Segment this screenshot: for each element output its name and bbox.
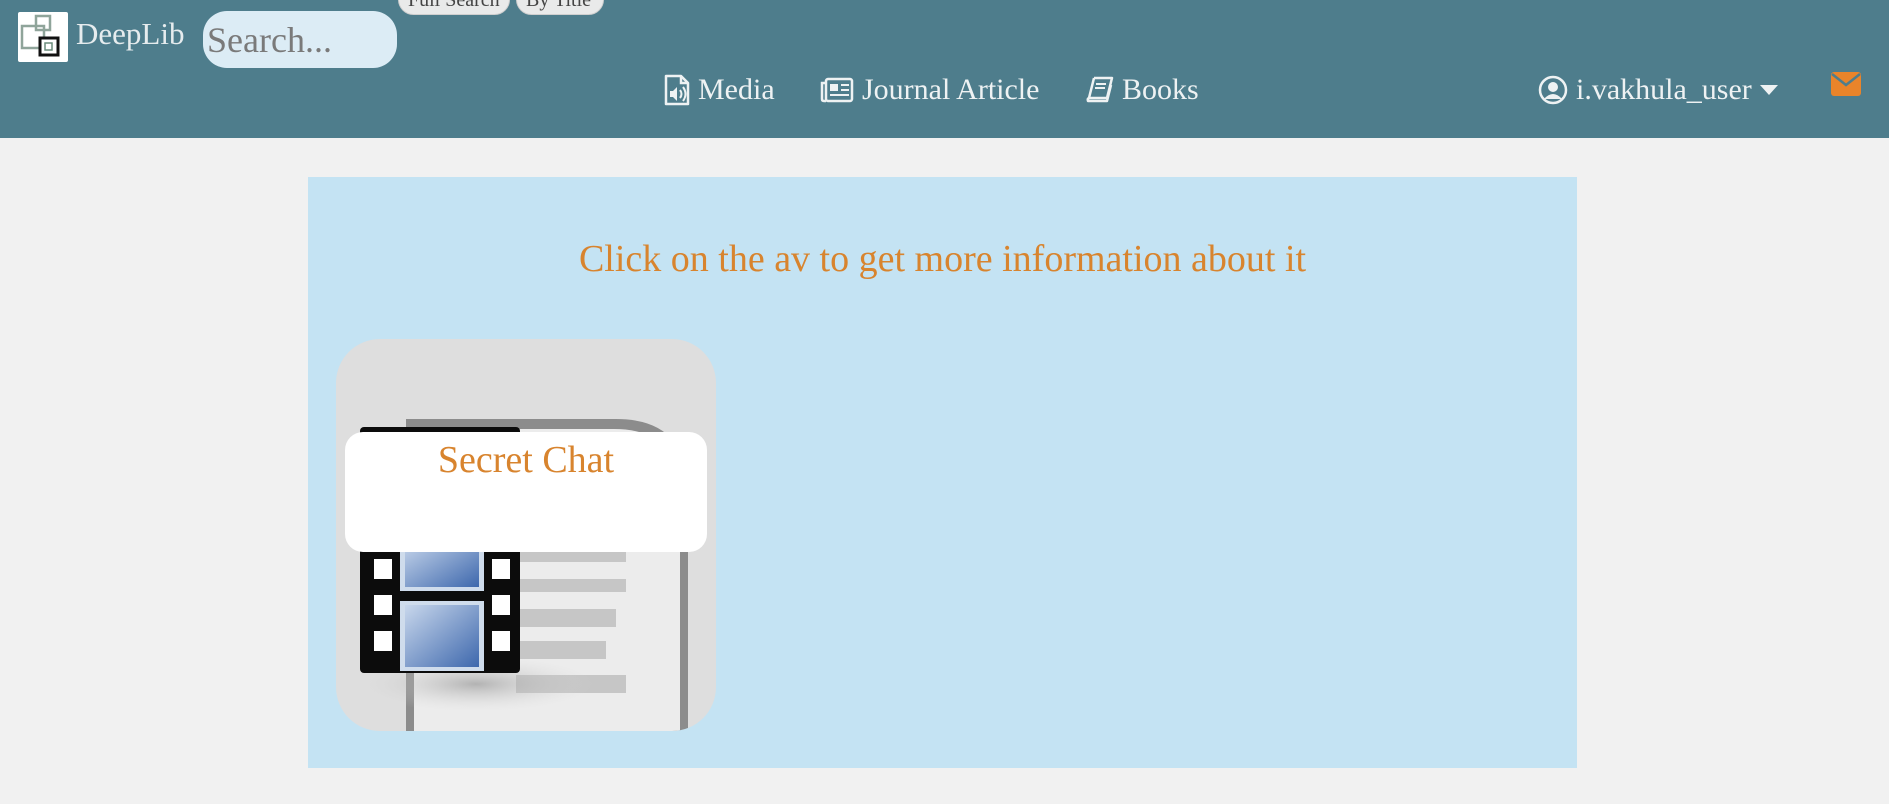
username-label: i.vakhula_user [1576,73,1752,106]
user-menu[interactable]: i.vakhula_user [1538,70,1778,110]
user-circle-icon [1538,75,1568,105]
by-title-button[interactable]: By Title [516,0,604,15]
audio-file-icon [664,74,690,106]
search-input[interactable] [203,11,397,68]
top-navbar: DeepLib Full Search By Title Media [0,0,1889,138]
envelope-icon[interactable] [1831,72,1861,101]
deeplib-logo[interactable] [18,12,68,62]
book-icon [1086,76,1114,104]
brand-name[interactable]: DeepLib [76,16,184,52]
card-title[interactable]: Secret Chat [345,438,707,482]
nav-media-link[interactable]: Media [664,70,775,110]
card-title-box[interactable]: Secret Chat [345,432,707,552]
nav-journal-article-link[interactable]: Journal Article [820,70,1039,110]
full-search-button[interactable]: Full Search [398,0,510,15]
nav-books-link[interactable]: Books [1086,70,1199,110]
media-card[interactable]: Secret Chat [336,339,716,731]
nav-books-label: Books [1122,73,1199,106]
media-panel: Click on the av to get more information … [308,177,1577,768]
nav-media-label: Media [698,73,775,106]
instruction-text: Click on the av to get more information … [578,238,1307,280]
newspaper-icon [820,77,854,103]
caret-down-icon [1759,84,1778,96]
nav-journal-article-label: Journal Article [862,73,1040,106]
logo-icon [20,14,60,57]
